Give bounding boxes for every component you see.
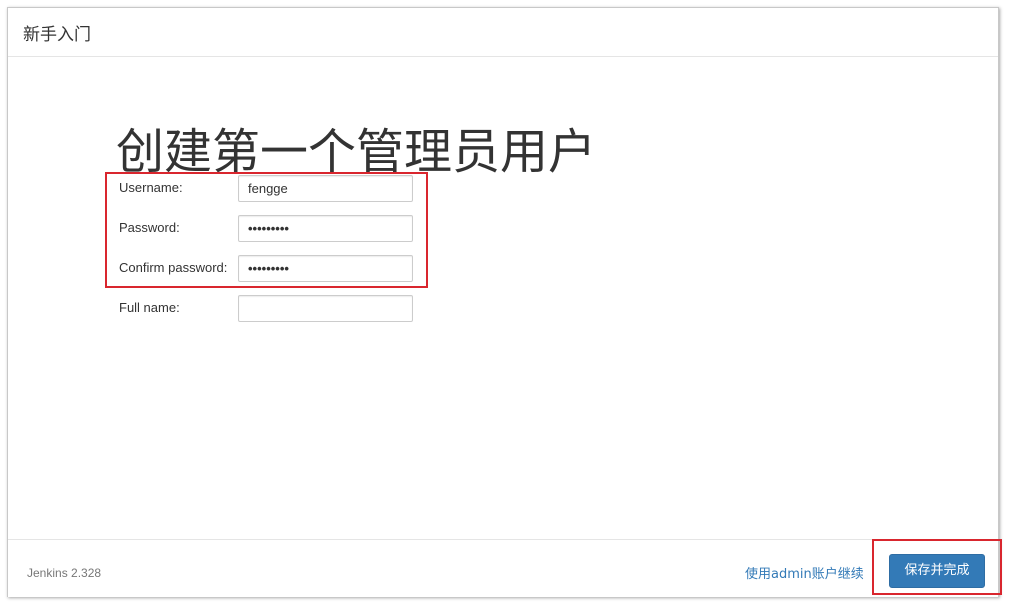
full-name-label: Full name: xyxy=(119,300,180,315)
setup-wizard-dialog: 新手入门 创建第一个管理员用户 Username: fengge Passwor… xyxy=(7,7,1002,597)
header-title: 新手入门 xyxy=(23,25,91,45)
dialog-footer: Jenkins 2.328 使用admin账户继续 保存并完成 xyxy=(8,539,998,597)
continue-as-admin-link[interactable]: 使用admin账户继续 xyxy=(745,563,864,582)
full-name-input[interactable] xyxy=(238,295,413,322)
form-highlight-annotation xyxy=(105,172,428,288)
version-label: Jenkins 2.328 xyxy=(27,566,102,580)
button-highlight-annotation xyxy=(872,539,1002,595)
dialog-header: 新手入门 xyxy=(8,8,998,57)
full-name-row: Full name: xyxy=(8,295,998,325)
